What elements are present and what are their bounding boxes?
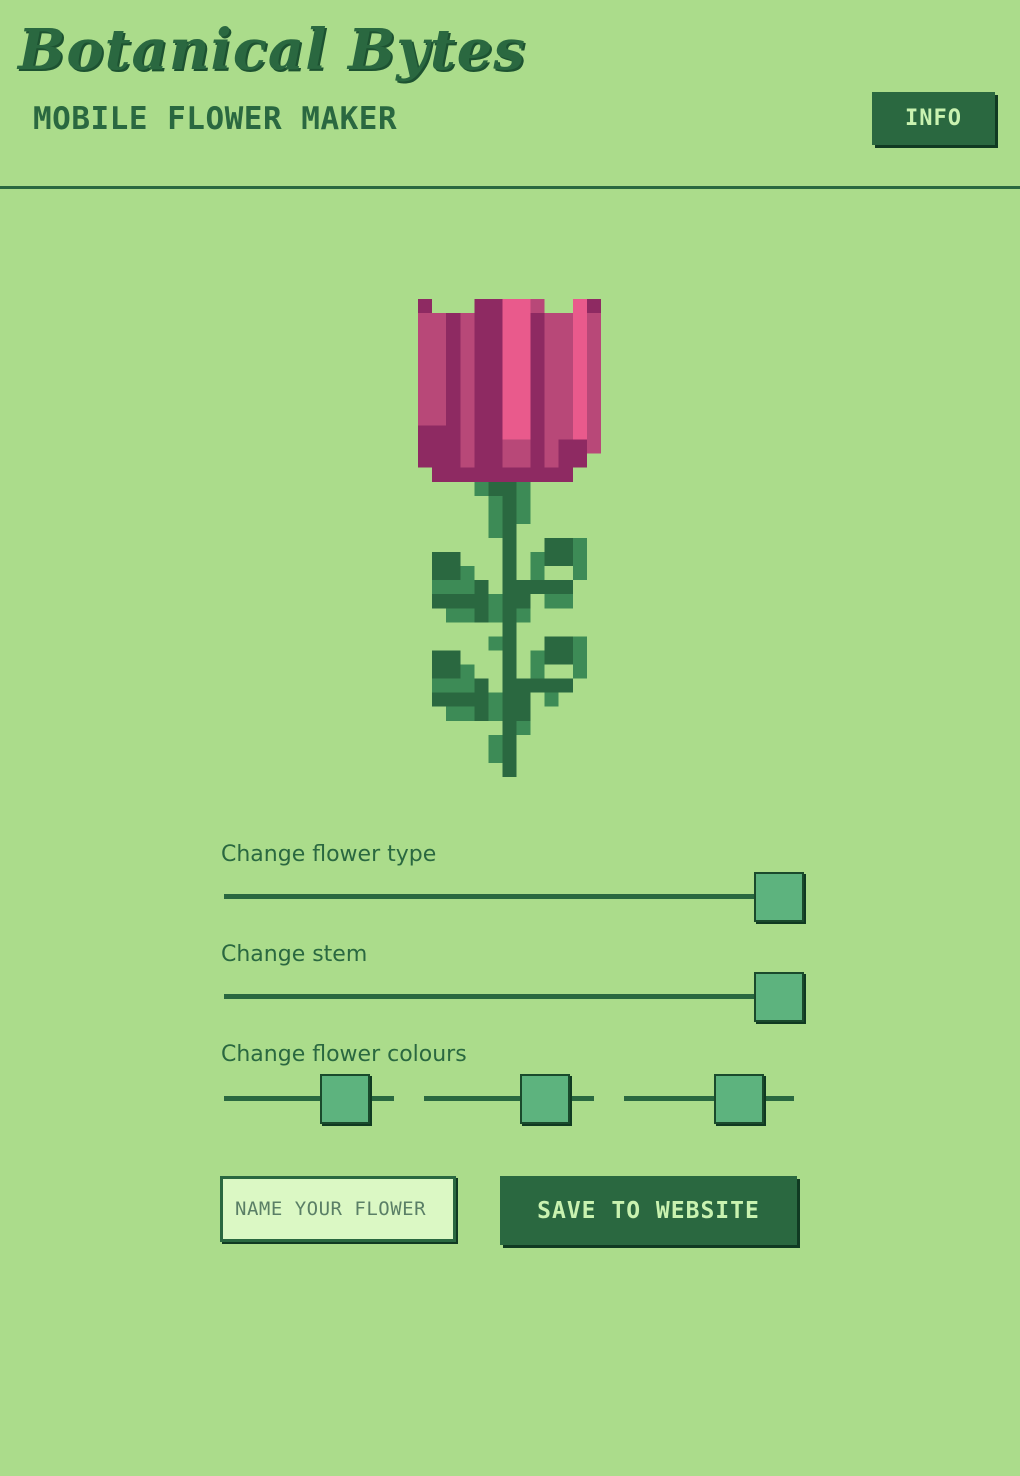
stem-slider[interactable] xyxy=(224,972,804,1022)
colour-slider-1-thumb[interactable] xyxy=(320,1074,370,1124)
app-subtitle: MOBILE FLOWER MAKER xyxy=(33,101,398,137)
flower-name-input[interactable] xyxy=(220,1176,456,1242)
info-button[interactable]: INFO xyxy=(872,92,995,145)
colour-slider-2-thumb[interactable] xyxy=(520,1074,570,1124)
stem-slider-thumb[interactable] xyxy=(754,972,804,1022)
save-to-website-button[interactable]: SAVE TO WEBSITE xyxy=(500,1176,797,1245)
pixel-flower-icon xyxy=(418,299,601,777)
colour-slider-3-track[interactable] xyxy=(624,1096,794,1101)
colour-slider-3-thumb[interactable] xyxy=(714,1074,764,1124)
colour-slider-3[interactable] xyxy=(624,1074,794,1124)
flower-type-slider[interactable] xyxy=(224,872,804,922)
flower-type-slider-track[interactable] xyxy=(224,894,804,899)
stem-label: Change stem xyxy=(221,942,368,967)
flower-head xyxy=(418,299,601,482)
colour-slider-1[interactable] xyxy=(224,1074,394,1124)
colour-slider-2[interactable] xyxy=(424,1074,594,1124)
app-header: Botanical Bytes MOBILE FLOWER MAKER INFO xyxy=(0,0,1020,189)
flower-type-slider-thumb[interactable] xyxy=(754,872,804,922)
flower-type-label: Change flower type xyxy=(221,842,437,867)
colours-label: Change flower colours xyxy=(221,1042,467,1067)
flower-stem xyxy=(432,481,587,777)
app-title: Botanical Bytes xyxy=(18,17,526,83)
stem-slider-track[interactable] xyxy=(224,994,804,999)
